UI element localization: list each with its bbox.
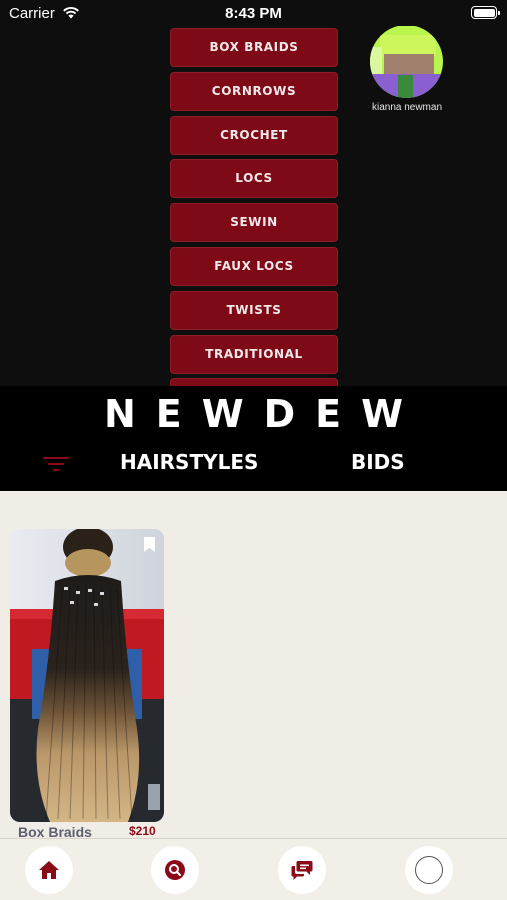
tab-hairstyles[interactable]: HAIRSTYLES	[120, 450, 258, 474]
profile-avatar-group[interactable]: kianna newman	[370, 26, 444, 113]
category-button-crochet[interactable]: CROCHET	[170, 115, 338, 155]
brand-logo-text: NEWDEW	[103, 392, 424, 436]
category-button-twists[interactable]: TWISTS	[170, 290, 338, 330]
category-button-locs[interactable]: LOCS	[170, 159, 338, 199]
app-header: NEWDEW HAIRSTYLES BIDS	[0, 386, 507, 491]
listing-card[interactable]	[10, 529, 164, 822]
listing-photo	[10, 529, 164, 822]
profile-icon	[415, 856, 443, 884]
avatar[interactable]	[370, 26, 443, 98]
clock: 8:43 PM	[225, 5, 282, 22]
listing-price: $210	[129, 824, 156, 838]
category-button-traditional[interactable]: TRADITIONAL	[170, 334, 338, 374]
filter-icon[interactable]	[43, 456, 69, 472]
listing-feed: Box Braids $210	[0, 491, 507, 838]
nav-messages-button[interactable]	[278, 846, 326, 894]
listing-title: Box Braids	[18, 824, 92, 838]
nav-search-button[interactable]	[151, 846, 199, 894]
category-button-faux-locs[interactable]: FAUX LOCS	[170, 246, 338, 286]
category-button-partial[interactable]	[170, 378, 338, 386]
bottom-nav	[0, 838, 507, 900]
battery-icon	[471, 6, 500, 19]
category-panel: BOX BRAIDS CORNROWS CROCHET LOCS SEWIN F…	[0, 26, 507, 386]
category-list: BOX BRAIDS CORNROWS CROCHET LOCS SEWIN F…	[170, 28, 338, 386]
tab-bids[interactable]: BIDS	[351, 450, 405, 474]
category-button-sewin[interactable]: SEWIN	[170, 203, 338, 243]
category-button-cornrows[interactable]: CORNROWS	[170, 71, 338, 111]
search-icon	[165, 860, 185, 880]
home-icon	[39, 861, 59, 879]
nav-home-button[interactable]	[25, 846, 73, 894]
nav-profile-button[interactable]	[405, 846, 453, 894]
category-button-box-braids[interactable]: BOX BRAIDS	[170, 28, 338, 67]
status-bar: Carrier 8:43 PM	[0, 0, 507, 26]
profile-name: kianna newman	[371, 102, 443, 113]
chat-icon	[291, 861, 313, 880]
